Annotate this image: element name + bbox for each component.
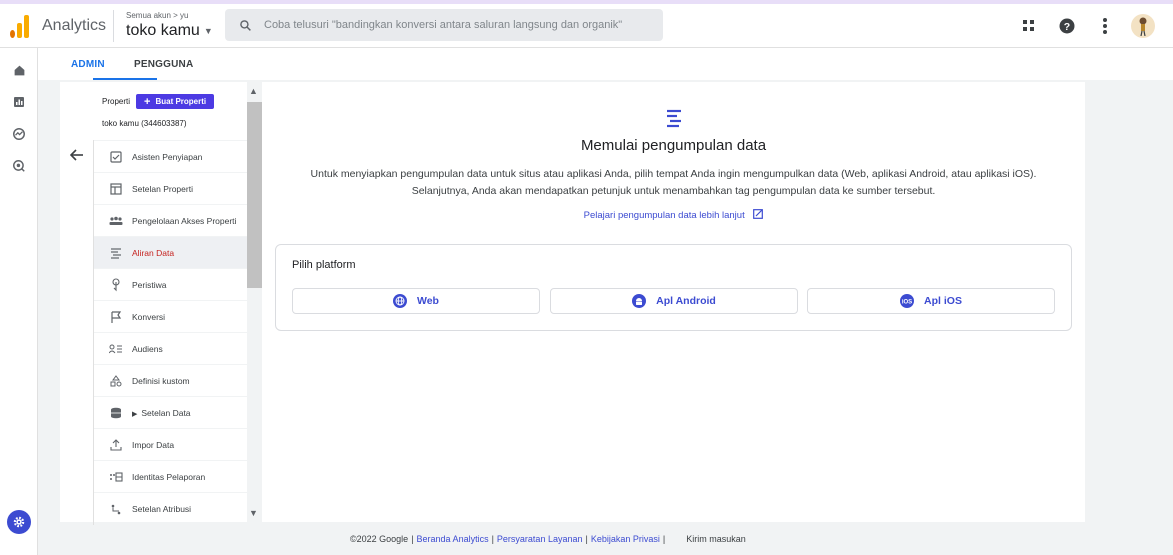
sidebar-item-setelan-data[interactable]: ▶ Setelan Data (94, 396, 247, 428)
footer: ©2022 Google | Beranda Analytics | Persy… (350, 534, 746, 544)
page-title: Memulai pengumpulan data (580, 137, 767, 154)
external-link-icon (753, 209, 764, 222)
send-feedback-link[interactable]: Kirim masukan (686, 534, 746, 544)
left-navigation (0, 48, 38, 555)
divider (113, 10, 114, 42)
property-label: Properti (102, 97, 131, 106)
top-bar: Analytics Semua akun > yu toko kamu ▼ ? (0, 4, 1173, 48)
avatar[interactable] (1131, 14, 1155, 38)
more-vert-icon[interactable] (1093, 14, 1117, 38)
search-input[interactable] (264, 19, 654, 31)
sidebar-item-label: Setelan Atribusi (132, 503, 192, 514)
audience-icon (108, 341, 124, 357)
property-id: toko kamu (344603387) (102, 119, 187, 128)
sidebar-item-label: Setelan Properti (132, 183, 193, 194)
people-icon (108, 213, 124, 229)
create-property-button[interactable]: + Buat Properti (136, 94, 215, 109)
sidebar-item-label: Pengelolaan Akses Properti (132, 215, 237, 226)
sidebar-item-setelan-properti[interactable]: Setelan Properti (94, 172, 247, 204)
caret-right-icon: ▶ (132, 410, 138, 418)
admin-tabs: ADMIN PENGGUNA (38, 48, 1173, 80)
sidebar-item-audiens[interactable]: Audiens (94, 332, 247, 364)
help-icon[interactable]: ? (1055, 14, 1079, 38)
caret-down-icon: ▼ (203, 26, 213, 36)
data-stream-icon (664, 108, 684, 128)
sidebar-item-label: Peristiwa (132, 279, 167, 290)
touch-icon (108, 277, 124, 293)
property-name: toko kamu (126, 22, 200, 39)
reports-icon[interactable] (10, 93, 28, 111)
sidebar-item-label: Impor Data (132, 439, 175, 450)
sidebar-item-label: Asisten Penyiapan (132, 151, 203, 162)
sidebar-item-konversi[interactable]: Konversi (94, 300, 247, 332)
sidebar-item-pengelolaan-akses[interactable]: Pengelolaan Akses Properti (94, 204, 247, 236)
account-breadcrumb[interactable]: Semua akun > yu (126, 11, 188, 20)
footer-separator: | (411, 534, 414, 544)
svg-text:?: ? (1064, 21, 1070, 33)
analytics-logo-icon[interactable] (10, 14, 30, 38)
apps-grid-icon[interactable] (1017, 14, 1041, 38)
database-icon (108, 405, 124, 421)
flag-icon (108, 309, 124, 325)
tab-pengguna[interactable]: PENGGUNA (134, 59, 193, 70)
sidebar-item-label: Konversi (132, 311, 166, 322)
attribution-icon (108, 501, 124, 517)
sidebar-item-aliran-data[interactable]: Aliran Data (94, 236, 247, 268)
globe-icon (393, 294, 407, 308)
admin-gear-icon[interactable] (7, 510, 31, 534)
data-stream-icon (108, 245, 124, 261)
property-header: Properti + Buat Properti (102, 94, 215, 109)
property-selector[interactable]: toko kamu ▼ (126, 22, 213, 40)
sidebar-item-label: Definisi kustom (132, 375, 190, 386)
footer-separator: | (585, 534, 588, 544)
plus-icon: + (144, 95, 151, 108)
property-settings-icon (108, 181, 124, 197)
upload-icon (108, 437, 124, 453)
platform-android-button[interactable]: Apl Android (550, 288, 798, 314)
sidebar-item-impor-data[interactable]: Impor Data (94, 428, 247, 460)
sidebar-item-asisten-penyiapan[interactable]: Asisten Penyiapan (94, 140, 247, 172)
scroll-down-icon[interactable]: ▼ (249, 508, 258, 518)
footer-link-beranda[interactable]: Beranda Analytics (417, 534, 489, 544)
android-icon (632, 294, 647, 308)
ios-icon: iOS (900, 294, 915, 308)
footer-link-kebijakan[interactable]: Kebijakan Privasi (591, 534, 660, 544)
svg-text:iOS: iOS (902, 300, 912, 306)
search-icon (240, 19, 251, 31)
home-icon[interactable] (10, 61, 28, 79)
footer-separator: | (491, 534, 494, 544)
sidebar-item-label: Identitas Pelaporan (132, 471, 206, 482)
explore-icon[interactable] (10, 125, 28, 143)
back-arrow-icon[interactable] (66, 145, 88, 165)
platform-title: Pilih platform (292, 259, 356, 271)
sidebar-item-setelan-atribusi[interactable]: Setelan Atribusi (94, 492, 247, 524)
platform-web-button[interactable]: Web (292, 288, 540, 314)
advertising-icon[interactable] (10, 157, 28, 175)
platform-ios-button[interactable]: iOS Apl iOS (807, 288, 1055, 314)
search-bar[interactable] (225, 9, 663, 41)
learn-more-link[interactable]: Pelajari pengumpulan data lebih lanjut (262, 209, 1085, 222)
page-description: Untuk menyiapkan pengumpulan data untuk … (310, 168, 1037, 197)
sidebar-item-peristiwa[interactable]: Peristiwa (94, 268, 247, 300)
tab-admin[interactable]: ADMIN (71, 59, 105, 70)
footer-copyright: ©2022 Google (350, 534, 409, 544)
scroll-up-icon[interactable]: ▲ (249, 86, 258, 96)
app-name: Analytics (42, 17, 107, 34)
sidebar-item-label: ▶ Setelan Data (132, 407, 191, 418)
sidebar-item-identitas-pelaporan[interactable]: Identitas Pelaporan (94, 460, 247, 492)
footer-separator: | (662, 534, 666, 544)
shapes-icon (108, 373, 124, 389)
sidebar-item-definisi-kustom[interactable]: Definisi kustom (94, 364, 247, 396)
checkbox-icon (108, 149, 124, 165)
identity-icon (108, 469, 124, 485)
footer-link-persyaratan[interactable]: Persyaratan Layanan (497, 534, 583, 544)
sidebar-item-label: Aliran Data (132, 247, 175, 258)
sidebar-item-label: Audiens (132, 343, 163, 354)
scrollbar-thumb[interactable] (247, 102, 262, 288)
